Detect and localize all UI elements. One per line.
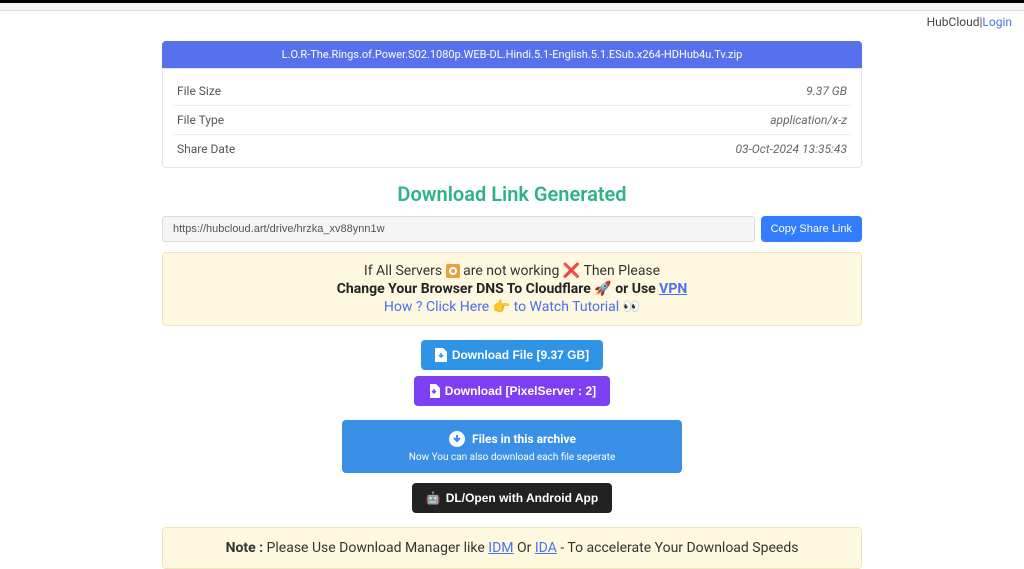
download-buttons: Download File [9.37 GB] Download [PixelS…: [162, 340, 862, 406]
copy-share-button[interactable]: Copy Share Link: [761, 216, 862, 242]
top-spacer: [0, 3, 1024, 11]
info-row-size: File Size 9.37 GB: [173, 77, 851, 106]
note-text: Please Use Download Manager like: [267, 540, 489, 556]
archive-box[interactable]: Files in this archive Now You can also d…: [342, 420, 682, 473]
share-row: Copy Share Link: [162, 216, 862, 242]
android-row: 🤖 DL/Open with Android App: [162, 483, 862, 513]
note-text: Or: [517, 540, 535, 556]
download-manager-note: Note : Please Use Download Manager like …: [162, 527, 862, 569]
notice-line-3: How ? Click Here 👉 to Watch Tutorial 👀: [173, 299, 851, 315]
info-label: Share Date: [177, 142, 235, 156]
archive-top: Files in this archive: [356, 430, 668, 448]
info-value: 9.37 GB: [806, 84, 847, 98]
notice-line-1: If All Servers are not working ❌ Then Pl…: [173, 263, 851, 279]
note-label: Note :: [226, 540, 267, 556]
note-text: - To accelerate Your Download Speeds: [560, 540, 798, 556]
archive-label: Files in this archive: [472, 432, 576, 446]
info-value: 03-Oct-2024 13:35:43: [735, 142, 847, 156]
login-link[interactable]: Login: [982, 15, 1012, 29]
android-icon: 🤖: [426, 491, 441, 505]
info-label: File Size: [177, 84, 221, 98]
file-info-card: File Size 9.37 GB File Type application/…: [162, 68, 862, 168]
notice-text: Then Please: [583, 263, 660, 279]
download-pixel-button[interactable]: Download [PixelServer : 2]: [414, 376, 610, 406]
info-row-type: File Type application/x-z: [173, 106, 851, 135]
notice-text: to Watch Tutorial: [514, 299, 623, 315]
button-label: Download [PixelServer : 2]: [445, 384, 596, 398]
info-label: File Type: [177, 113, 224, 127]
cross-icon: ❌: [563, 263, 580, 279]
share-url-input[interactable]: [162, 216, 755, 242]
generated-heading: Download Link Generated: [162, 182, 862, 206]
notice-text: How ? Click Here: [384, 299, 493, 315]
main-container: L.O.R-The.Rings.of.Power.S02.1080p.WEB-D…: [152, 41, 872, 569]
notice-text: or Use: [615, 281, 659, 297]
archive-subtitle: Now You can also download each file sepe…: [356, 452, 668, 463]
file-title-bar: L.O.R-The.Rings.of.Power.S02.1080p.WEB-D…: [162, 41, 862, 68]
brand-label: HubCloud: [927, 15, 980, 29]
button-label: DL/Open with Android App: [446, 491, 598, 505]
point-icon: 👉: [493, 299, 510, 315]
file-icon: [428, 384, 440, 398]
download-file-button[interactable]: Download File [9.37 GB]: [421, 340, 603, 370]
info-row-date: Share Date 03-Oct-2024 13:35:43: [173, 135, 851, 163]
download-circle-icon: [448, 430, 466, 448]
info-value: application/x-z: [770, 113, 847, 127]
notice-text: are not working: [463, 263, 563, 279]
notice-text: If All Servers: [364, 263, 446, 279]
header-bar: HubCloud | Login: [0, 11, 1024, 33]
idm-link[interactable]: IDM: [488, 540, 513, 556]
notice-line-2: Change Your Browser DNS To Cloudflare 🚀 …: [173, 281, 851, 297]
eyes-icon: 👀: [623, 299, 640, 315]
button-label: Download File [9.37 GB]: [452, 348, 589, 362]
file-icon: [435, 348, 447, 362]
notice-text: Change Your Browser DNS To Cloudflare: [337, 281, 595, 297]
vpn-link[interactable]: VPN: [659, 281, 687, 297]
server-icon: [446, 264, 460, 278]
android-app-button[interactable]: 🤖 DL/Open with Android App: [412, 483, 612, 513]
tutorial-link[interactable]: How ? Click Here 👉 to Watch Tutorial 👀: [384, 299, 640, 315]
ida-link[interactable]: IDA: [535, 540, 557, 556]
rocket-icon: 🚀: [594, 281, 611, 297]
dns-notice: If All Servers are not working ❌ Then Pl…: [162, 252, 862, 326]
